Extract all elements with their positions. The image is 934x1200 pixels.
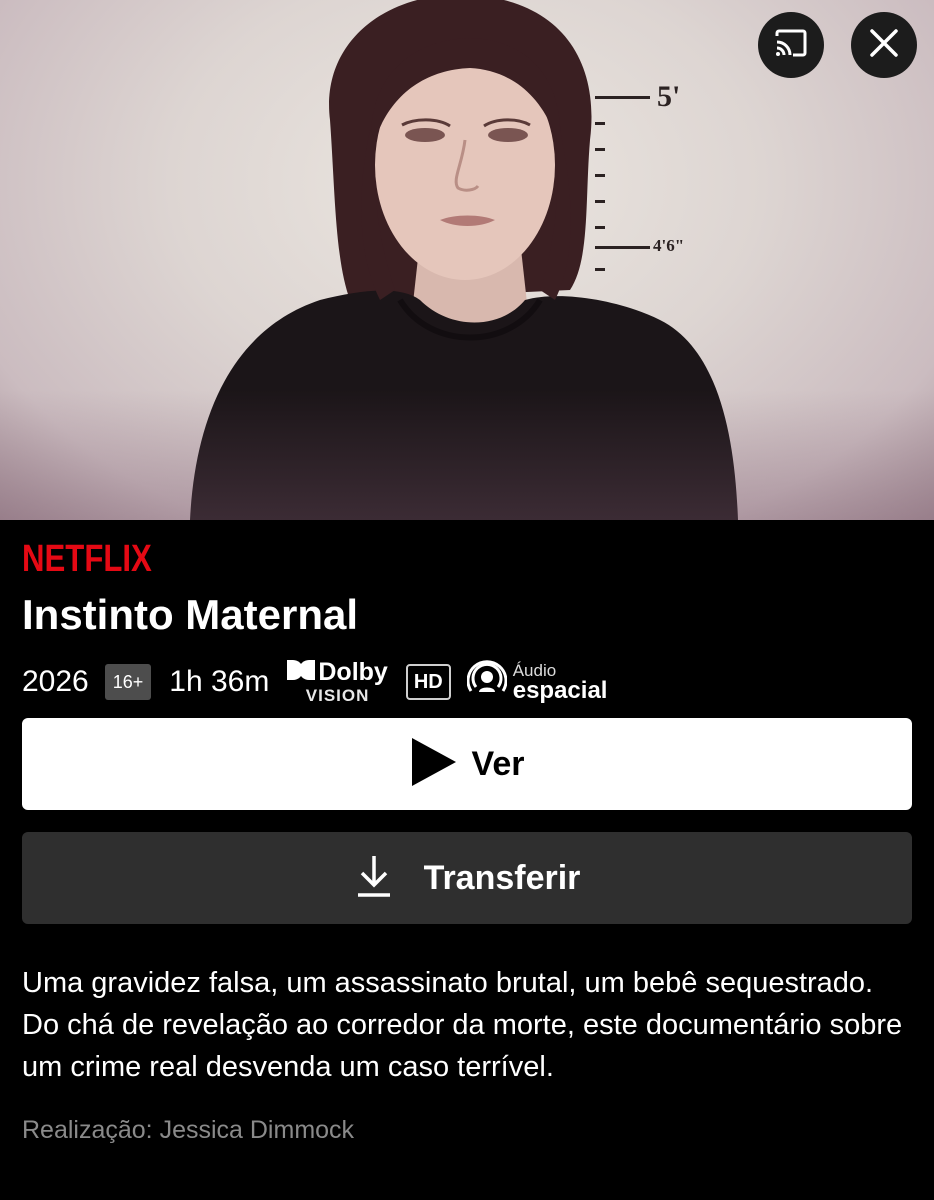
spatial-audio-badge: Áudio espacial xyxy=(466,659,608,705)
ruler-mark-5ft: 5' xyxy=(657,80,681,113)
metadata-row: 2026 16+ 1h 36m Dolby VISION HD Áudio es… xyxy=(22,658,912,705)
close-icon xyxy=(869,28,899,63)
dolby-vision-badge: Dolby VISION xyxy=(287,658,388,705)
spatial-audio-small: Áudio xyxy=(512,660,557,680)
height-ruler: 5' 4'6" xyxy=(595,70,715,290)
hd-badge: HD xyxy=(405,664,451,700)
play-label: Ver xyxy=(471,744,525,783)
title-details: NETFLIX Instinto Maternal 2026 16+ 1h 36… xyxy=(22,536,912,1145)
age-rating-badge: 16+ xyxy=(104,664,152,700)
netflix-logo: NETFLIX xyxy=(22,538,152,580)
ruler-mark-4ft6: 4'6" xyxy=(653,236,685,255)
synopsis: Uma gravidez falsa, um assassinato bruta… xyxy=(22,967,903,1083)
close-button[interactable] xyxy=(851,12,917,78)
play-icon xyxy=(410,736,458,793)
vision-label: VISION xyxy=(305,686,370,705)
director-credit: Realização: Jessica Dimmock xyxy=(22,1116,355,1144)
dolby-icon xyxy=(287,660,318,685)
spatial-audio-big: espacial xyxy=(512,676,608,704)
spatial-audio-icon xyxy=(466,659,508,705)
download-label: Transferir xyxy=(423,858,581,897)
duration: 1h 36m xyxy=(169,665,270,698)
page-title: Instinto Maternal xyxy=(22,591,359,638)
download-button[interactable]: Transferir xyxy=(22,832,912,924)
play-button[interactable]: Ver xyxy=(22,718,912,810)
download-icon xyxy=(354,854,394,903)
cast-button[interactable] xyxy=(758,12,824,78)
release-year: 2026 xyxy=(22,665,89,698)
dolby-label: Dolby xyxy=(318,658,388,686)
hero-image: 5' 4'6" xyxy=(0,0,934,520)
cast-icon xyxy=(773,28,809,63)
